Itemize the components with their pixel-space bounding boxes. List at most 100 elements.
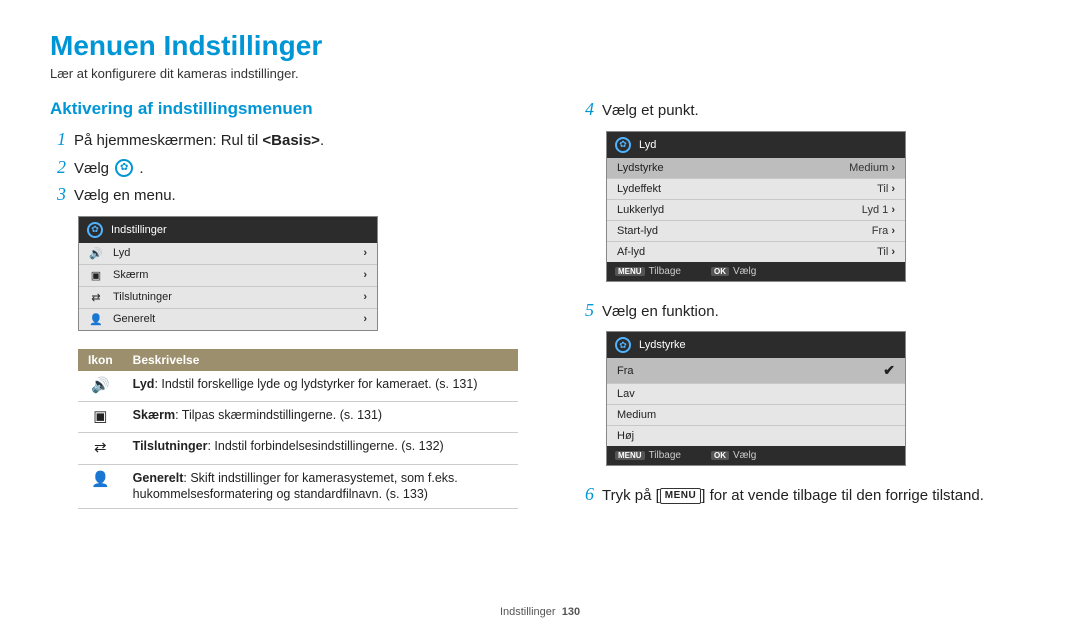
row-icon: 👤 [78, 464, 123, 509]
settings-icon [615, 137, 631, 153]
section-heading: Aktivering af indstillingsmenuen [50, 99, 518, 119]
step-text: ] for at vende tilbage til den forrige t… [701, 487, 984, 504]
row-label: Medium [617, 409, 656, 421]
icon-description-table: Ikon Beskrivelse 🔊Lyd: Indstil forskelli… [78, 349, 518, 510]
camera-menu-row: Lav [607, 383, 905, 404]
left-column: Aktivering af indstillingsmenuen 1 På hj… [50, 99, 518, 512]
menu-button-chip: MENU [615, 451, 645, 460]
step-number: 1 [50, 129, 66, 151]
camera-menu-row: 👤 Generelt › [79, 308, 377, 330]
camera-ui-menu: Indstillinger 🔊Lyd›▣Skærm›⇄Tilslutninger… [78, 216, 378, 331]
row-description: Tilslutninger: Indstil forbindelsesindst… [123, 433, 518, 464]
row-icon: ▣ [89, 269, 103, 282]
right-column: 4 Vælg et punkt. Lyd LydstyrkeMedium ›Ly… [578, 99, 1030, 512]
row-label: Lukkerlyd [617, 204, 664, 216]
footer-ok-label: Vælg [733, 266, 756, 277]
camera-ui-sound-menu: Lyd LydstyrkeMedium ›LydeffektTil ›Lukke… [606, 131, 906, 282]
step-text: . [320, 132, 324, 149]
check-icon: ✔ [883, 362, 895, 379]
camera-menu-row: LukkerlydLyd 1 › [607, 199, 905, 220]
camera-menu-row: Start-lyd Fra › [607, 220, 905, 241]
row-label: Høj [617, 430, 634, 442]
camera-menu-row: 🔊 Lyd › [79, 243, 377, 264]
row-label: Skærm [113, 269, 148, 281]
camera-menu-row: Lydstyrke Medium › [607, 158, 905, 178]
row-icon: ▣ [78, 402, 123, 433]
chevron-right-icon: › [363, 269, 367, 281]
row-label: Lydeffekt [617, 183, 661, 195]
step-number: 6 [578, 484, 594, 506]
row-label: Af-lyd [617, 246, 645, 258]
step-text: . [139, 160, 143, 177]
table-row: 👤Generelt: Skift indstillinger for kamer… [78, 464, 518, 509]
table-header-description: Beskrivelse [123, 349, 518, 371]
row-icon: ⇄ [89, 291, 103, 304]
step-text: Vælg [74, 160, 113, 177]
menu-button-chip: MENU [615, 267, 645, 276]
chevron-right-icon: › [891, 225, 895, 237]
row-label: Start-lyd [617, 225, 658, 237]
step-number: 4 [578, 99, 594, 121]
footer-back-label: Tilbage [649, 450, 681, 461]
ok-button-chip: OK [711, 267, 729, 276]
ok-button-chip: OK [711, 451, 729, 460]
step-5: 5 Vælg en funktion. [578, 300, 1030, 322]
row-icon: 👤 [89, 313, 103, 326]
camera-menu-row: ▣ Skærm › [79, 264, 377, 286]
row-icon: ⇄ [78, 433, 123, 464]
row-value: Medium [849, 162, 888, 174]
row-description: Generelt: Skift indstillinger for kamera… [123, 464, 518, 509]
footer-page-number: 130 [562, 606, 580, 618]
step-6: 6 Tryk på [MENU] for at vende tilbage ti… [578, 484, 1030, 506]
row-label: Fra [617, 365, 634, 377]
row-value: Til [877, 246, 888, 258]
row-icon: 🔊 [89, 247, 103, 260]
settings-icon [87, 222, 103, 238]
chevron-right-icon: › [891, 246, 895, 258]
footer-back-label: Tilbage [649, 266, 681, 277]
row-label: Tilslutninger [113, 291, 172, 303]
chevron-right-icon: › [891, 183, 895, 195]
camera-menu-row: Af-lyd Til › [607, 241, 905, 262]
step-text: Vælg et punkt. [602, 99, 699, 121]
camera-ui-volume-menu: Lydstyrke Fra ✔ Lav Medium Høj MENU Tilbage O… [606, 331, 906, 466]
camera-menu-row: Høj [607, 425, 905, 446]
menu-button-box: MENU [660, 488, 701, 504]
table-row: 🔊Lyd: Indstil forskellige lyde og lydsty… [78, 371, 518, 402]
chevron-right-icon: › [891, 162, 895, 174]
step-4: 4 Vælg et punkt. [578, 99, 1030, 121]
step-3: 3 Vælg en menu. [50, 184, 518, 206]
camera-menu-row: Lydeffekt Til › [607, 178, 905, 199]
camera-menu-row: Fra ✔ [607, 358, 905, 383]
row-description: Lyd: Indstil forskellige lyde og lydstyr… [123, 371, 518, 402]
step-number: 2 [50, 157, 66, 179]
row-label: Lydstyrke [617, 162, 664, 174]
chevron-right-icon: › [363, 291, 367, 303]
table-row: ⇄Tilslutninger: Indstil forbindelsesinds… [78, 433, 518, 464]
chevron-right-icon: › [891, 204, 895, 216]
table-row: ▣Skærm: Tilpas skærmindstillingerne. (s.… [78, 402, 518, 433]
footer-section: Indstillinger [500, 606, 556, 618]
row-description: Skærm: Tilpas skærmindstillingerne. (s. … [123, 402, 518, 433]
step-number: 3 [50, 184, 66, 206]
step-2: 2 Vælg . [50, 157, 518, 179]
row-label: Generelt [113, 313, 155, 325]
page-subtitle: Lær at konfigurere dit kameras indstilli… [50, 66, 1030, 81]
chevron-right-icon: › [363, 247, 367, 259]
step-text-bold: <Basis> [262, 132, 320, 149]
step-text: Vælg en funktion. [602, 300, 719, 322]
camera-ui-title: Lydstyrke [639, 339, 686, 351]
row-value: Til [877, 183, 888, 195]
step-number: 5 [578, 300, 594, 322]
settings-icon [615, 337, 631, 353]
page-title: Menuen Indstillinger [50, 30, 1030, 62]
settings-icon [115, 159, 133, 177]
row-value: Fra [872, 225, 889, 237]
row-label: Lyd [113, 247, 130, 259]
table-header-icon: Ikon [78, 349, 123, 371]
camera-ui-title: Lyd [639, 139, 656, 151]
row-label: Lav [617, 388, 635, 400]
step-text: På hjemmeskærmen: Rul til [74, 132, 262, 149]
chevron-right-icon: › [363, 313, 367, 325]
page-footer: Indstillinger 130 [0, 606, 1080, 618]
